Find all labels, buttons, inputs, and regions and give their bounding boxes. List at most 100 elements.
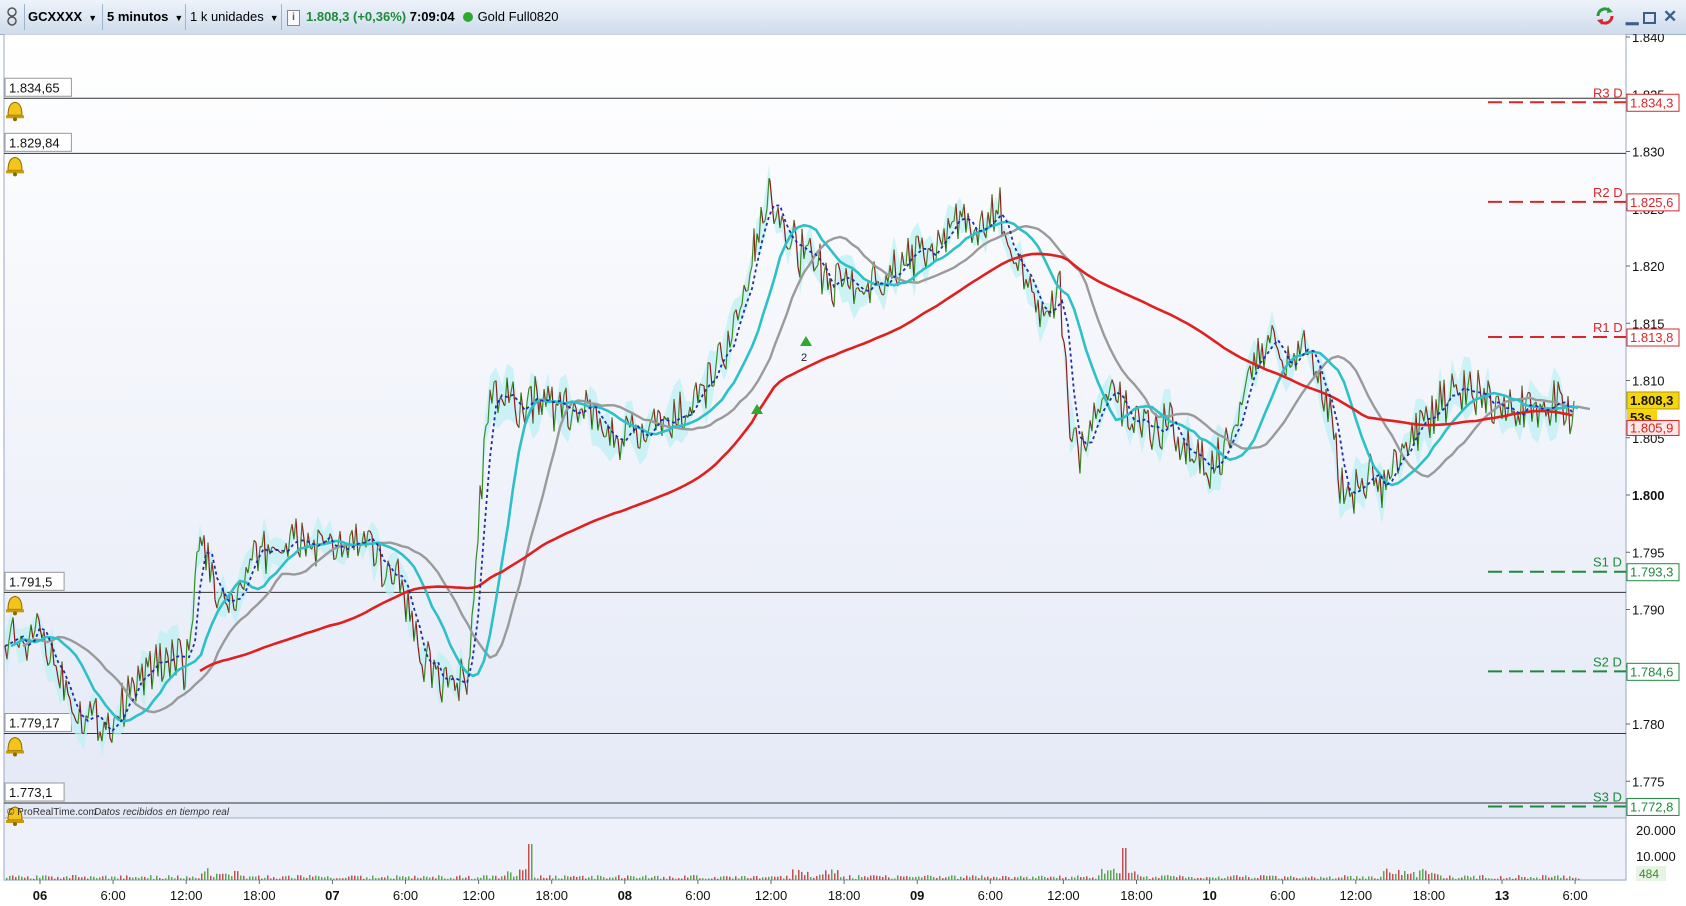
volume-bar bbox=[723, 876, 725, 880]
volume-bar bbox=[1293, 877, 1295, 880]
volume-bar bbox=[75, 875, 77, 880]
volume-bar bbox=[912, 877, 914, 880]
volume-bar bbox=[1197, 877, 1199, 880]
volume-bar bbox=[1299, 878, 1301, 880]
volume-bar bbox=[63, 877, 65, 880]
instrument-selector[interactable]: GCXXXX ▼ bbox=[28, 5, 97, 29]
alert-price-label: 1.773,1 bbox=[9, 785, 52, 800]
volume-bar bbox=[453, 878, 455, 880]
volume-bar bbox=[546, 878, 548, 880]
volume-bar bbox=[648, 878, 650, 880]
restore-button[interactable] bbox=[1643, 5, 1656, 29]
volume-bar bbox=[1230, 876, 1232, 880]
volume-bar bbox=[498, 878, 500, 880]
volume-bar bbox=[30, 878, 32, 880]
pivot-price-label: 1.772,8 bbox=[1630, 799, 1673, 814]
volume-bar bbox=[669, 876, 671, 880]
info-icon: i bbox=[287, 9, 300, 26]
volume-bar bbox=[135, 876, 137, 880]
volume-bar bbox=[318, 876, 320, 880]
toolbar-divider bbox=[24, 4, 25, 30]
volume-bar bbox=[42, 875, 44, 880]
volume-bar bbox=[543, 877, 545, 880]
volume-bar bbox=[861, 877, 863, 880]
volume-bar bbox=[1548, 877, 1550, 880]
volume-bar bbox=[1500, 875, 1502, 880]
volume-bar bbox=[609, 877, 611, 880]
volume-bar bbox=[399, 876, 401, 880]
volume-bar bbox=[882, 876, 884, 880]
pivot-name-label: S2 D bbox=[1593, 654, 1622, 669]
volume-bar bbox=[18, 875, 20, 880]
volume-bar bbox=[159, 877, 161, 880]
close-icon: ✕ bbox=[1663, 7, 1678, 26]
volume-bar bbox=[468, 875, 470, 880]
minimize-button[interactable]: ▁ bbox=[1626, 5, 1638, 29]
time-axis-label: 13 bbox=[1495, 888, 1509, 903]
volume-bar bbox=[1233, 875, 1235, 880]
volume-bar bbox=[645, 875, 647, 880]
volume-bar bbox=[1107, 870, 1109, 880]
volume-bar bbox=[330, 877, 332, 880]
timeframe-selector[interactable]: 5 minutos ▼ bbox=[107, 5, 183, 29]
sync-button[interactable] bbox=[1594, 5, 1618, 29]
volume-bar bbox=[1545, 875, 1547, 880]
volume-bar bbox=[606, 878, 608, 880]
volume-bar bbox=[1077, 875, 1079, 880]
volume-bar bbox=[132, 877, 134, 880]
volume-bar bbox=[1458, 878, 1460, 880]
volume-bar bbox=[1455, 878, 1457, 880]
volume-bar bbox=[237, 871, 239, 880]
volume-bar bbox=[285, 876, 287, 880]
volume-bar bbox=[1344, 875, 1346, 880]
volume-bar bbox=[1452, 877, 1454, 880]
volume-bar bbox=[1554, 875, 1556, 880]
volume-bar bbox=[1275, 875, 1277, 880]
volume-bar bbox=[1218, 876, 1220, 880]
volume-bar bbox=[891, 878, 893, 880]
volume-bar bbox=[960, 876, 962, 880]
volume-bar bbox=[1422, 868, 1424, 880]
volume-bar bbox=[243, 875, 245, 880]
volume-bar bbox=[1206, 877, 1208, 880]
volume-bar bbox=[1428, 874, 1430, 880]
volume-bar bbox=[1221, 878, 1223, 880]
volume-bar bbox=[156, 875, 158, 880]
volume-bar bbox=[831, 869, 833, 880]
volume-bar bbox=[795, 875, 797, 880]
volume-bar bbox=[1308, 877, 1310, 880]
close-button[interactable]: ✕ bbox=[1663, 5, 1677, 29]
volume-bar bbox=[291, 877, 293, 880]
volume-bar bbox=[81, 877, 83, 880]
volume-bar bbox=[1512, 878, 1514, 880]
volume-bar bbox=[507, 871, 509, 880]
volume-bar bbox=[90, 876, 92, 880]
volume-bar bbox=[780, 876, 782, 880]
info-button[interactable]: i bbox=[287, 5, 301, 29]
volume-bar bbox=[837, 870, 839, 880]
units-selector[interactable]: 1 k unidades ▼ bbox=[190, 5, 279, 29]
price-panel bbox=[4, 34, 1626, 818]
volume-bar bbox=[975, 876, 977, 880]
price-chart[interactable]: 1.8401.8351.8301.8251.8201.8151.8101.805… bbox=[0, 34, 1686, 906]
volume-bar bbox=[759, 878, 761, 880]
volume-bar bbox=[876, 875, 878, 880]
time-axis-label: 6:00 bbox=[1270, 888, 1295, 903]
volume-bar bbox=[1059, 875, 1061, 880]
app-menu-icon[interactable] bbox=[4, 5, 22, 29]
volume-bar bbox=[435, 878, 437, 880]
volume-bar bbox=[441, 876, 443, 880]
volume-bar bbox=[1395, 873, 1397, 880]
volume-bar bbox=[6, 877, 8, 880]
volume-bar bbox=[396, 875, 398, 880]
volume-bar bbox=[363, 878, 365, 880]
volume-bar bbox=[1371, 876, 1373, 880]
credit-note: Datos recibidos en tiempo real bbox=[94, 807, 230, 818]
volume-bar bbox=[774, 876, 776, 880]
volume-bar bbox=[1269, 875, 1271, 880]
volume-panel bbox=[4, 819, 1626, 881]
volume-bar bbox=[1047, 877, 1049, 880]
volume-bar bbox=[897, 875, 899, 880]
volume-bar bbox=[741, 876, 743, 880]
volume-bar bbox=[798, 869, 800, 880]
